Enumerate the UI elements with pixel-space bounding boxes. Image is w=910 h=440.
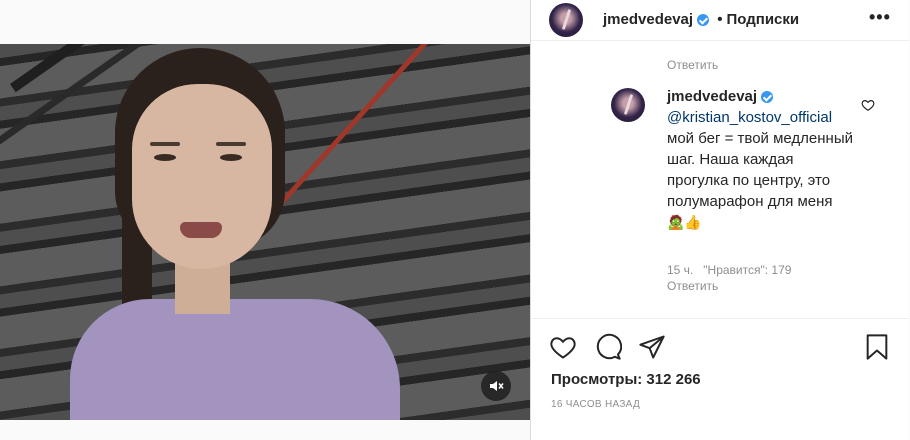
comment-mention[interactable]: @kristian_kostov_official [667, 109, 832, 126]
comment-reply-button[interactable]: Ответить [667, 279, 718, 293]
post-timestamp: 16 ЧАСОВ НАЗАД [551, 399, 641, 410]
comment-meta: 15 ч. "Нравится": 179 Ответить [667, 262, 791, 294]
comment-text: мой бег = твой медленный шаг. Наша кажда… [667, 130, 853, 210]
comment-likes-count[interactable]: "Нравится": 179 [703, 263, 791, 277]
share-paper-plane-icon[interactable] [638, 333, 666, 361]
video-subject [60, 44, 420, 420]
like-heart-icon[interactable] [549, 333, 577, 361]
subject-mouth [180, 222, 222, 238]
subject-face [132, 84, 272, 269]
comment-bubble-icon[interactable] [594, 333, 622, 361]
save-bookmark-icon[interactable] [863, 333, 891, 361]
author-avatar[interactable] [549, 3, 583, 37]
subject-brow [150, 142, 180, 146]
post-sidebar: jmedvedevaj • Подписки ••• Ответить jmedv… [530, 0, 909, 440]
subject-shirt [70, 299, 400, 420]
post-header: jmedvedevaj • Подписки ••• [531, 0, 909, 41]
author-username[interactable]: jmedvedevaj [603, 11, 693, 28]
comment-like-heart-icon[interactable] [861, 98, 875, 112]
commenter-avatar[interactable] [611, 88, 645, 122]
comment-age: 15 ч. [667, 263, 694, 277]
reply-button[interactable]: Ответить [667, 58, 718, 72]
following-button[interactable]: Подписки [727, 11, 800, 28]
post-video[interactable] [0, 44, 530, 420]
author-line: jmedvedevaj • Подписки [603, 11, 799, 28]
speaker-muted-icon[interactable] [481, 371, 511, 401]
comment-body: jmedvedevaj @kristian_kostov_official мо… [667, 86, 857, 233]
verified-badge-icon [761, 91, 774, 104]
subject-eye [220, 154, 242, 161]
header-separator: • [717, 11, 723, 28]
post-actions: Просмотры: 312 266 16 ЧАСОВ НАЗАД [531, 318, 909, 439]
subject-eye [154, 154, 176, 161]
view-count[interactable]: Просмотры: 312 266 [551, 371, 701, 388]
commenter-username[interactable]: jmedvedevaj [667, 88, 757, 105]
verified-badge-icon [697, 14, 710, 27]
comment-emoji: 🧟👍 [667, 214, 702, 230]
subject-brow [216, 142, 246, 146]
more-options-icon[interactable]: ••• [869, 7, 891, 28]
page-background-strip [0, 420, 530, 440]
